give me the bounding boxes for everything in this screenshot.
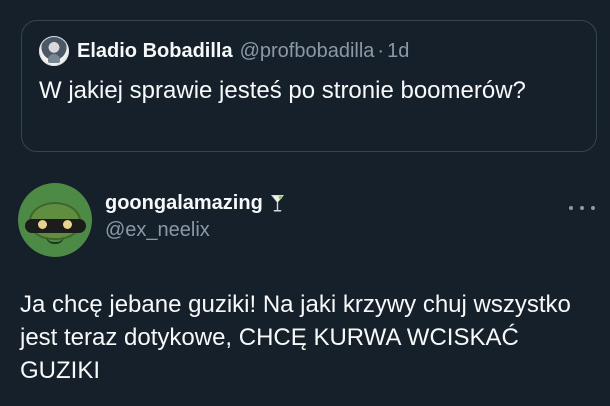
quoted-author-handle[interactable]: @profbobadilla <box>240 40 375 63</box>
profile-avatar-icon[interactable] <box>39 36 69 66</box>
quoted-tweet-header: Eladio Bobadilla @profbobadilla · 1d <box>39 36 409 66</box>
turtle-mask <box>25 219 86 233</box>
more-dot-2 <box>580 206 584 210</box>
quoted-author-name[interactable]: Eladio Bobadilla <box>77 40 233 63</box>
more-options-icon[interactable] <box>569 202 595 214</box>
more-dot-3 <box>591 206 595 210</box>
tweet-author-block[interactable]: goongalamazing @ex_neelix <box>105 190 286 243</box>
more-dot-1 <box>569 206 573 210</box>
turtle-avatar-icon[interactable] <box>18 183 92 257</box>
quoted-tweet-card[interactable]: Eladio Bobadilla @profbobadilla · 1d W j… <box>21 20 597 152</box>
quoted-tweet-separator: · <box>377 39 385 62</box>
tweet-author-name[interactable]: goongalamazing <box>105 190 263 216</box>
quoted-tweet-text: W jakiej sprawie jesteś po stronie boome… <box>39 77 526 104</box>
tweet-author-name-row: goongalamazing <box>105 190 286 216</box>
turtle-eye-left <box>38 220 47 229</box>
quoted-tweet-age[interactable]: 1d <box>387 40 409 63</box>
turtle-mouth <box>46 236 64 244</box>
tweet-author-handle[interactable]: @ex_neelix <box>105 217 286 243</box>
tweet-screenshot: Eladio Bobadilla @profbobadilla · 1d W j… <box>0 0 610 406</box>
turtle-eye-right <box>63 220 72 229</box>
tweet-text: Ja chcę jebane guziki! Na jaki krzywy ch… <box>20 291 571 384</box>
cocktail-glass-icon <box>270 194 284 211</box>
